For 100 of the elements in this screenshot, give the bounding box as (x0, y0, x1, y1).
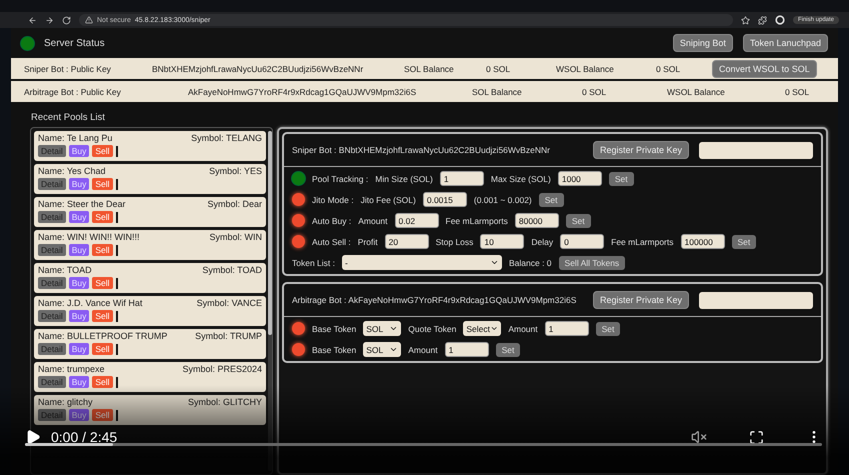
input-field[interactable]: 0 (560, 234, 604, 249)
register-button[interactable]: Register Private Key (592, 141, 689, 159)
buy-button[interactable]: Buy (68, 409, 90, 421)
private-key-field[interactable] (699, 142, 813, 158)
input-field[interactable]: 1 (544, 321, 589, 336)
input-field[interactable]: 0.02 (394, 213, 439, 228)
field-label: Fee mLarmports (446, 216, 508, 226)
detail-button[interactable]: Detail (38, 211, 66, 223)
set-button[interactable]: Set (608, 172, 634, 186)
sell-button[interactable]: Sell (92, 277, 113, 289)
pool-name: Name: Steer the Dear (38, 199, 126, 209)
field-label: Base Token (312, 324, 356, 334)
sell-button[interactable]: Sell (92, 178, 113, 190)
buy-button[interactable]: Buy (68, 211, 90, 223)
reload-icon[interactable] (62, 16, 71, 24)
input-field[interactable]: 1000 (558, 171, 602, 186)
field-label: Quote Token (408, 324, 456, 334)
set-button[interactable]: Set (566, 214, 591, 228)
buy-button[interactable]: Buy (68, 343, 90, 355)
register-button[interactable]: Register Private Key (592, 291, 689, 309)
balance-value: 0 SOL (582, 86, 608, 96)
sell-button[interactable]: Sell (92, 376, 113, 388)
chevron-icon (490, 324, 498, 333)
convert-button[interactable]: Convert WSOL to SOL (712, 60, 817, 78)
select-field[interactable]: - (342, 255, 502, 270)
server-status-label: Server Status (44, 38, 106, 48)
balance-label: SOL Balance (404, 64, 455, 74)
back-icon[interactable] (28, 16, 37, 24)
forward-icon[interactable] (45, 16, 54, 24)
buy-button[interactable]: Buy (68, 310, 90, 322)
input-field[interactable]: 10 (480, 234, 524, 249)
detail-button[interactable]: Detail (38, 145, 66, 157)
sell-button[interactable]: Sell (92, 211, 113, 223)
input-field[interactable]: 100000 (680, 234, 724, 249)
input-field[interactable]: 1 (444, 342, 489, 357)
nav-button[interactable]: Token Lanuchpad (742, 34, 828, 52)
scrollbar[interactable] (268, 131, 272, 471)
sell-button[interactable]: Sell (92, 244, 113, 256)
field-label: Delay (531, 236, 554, 246)
set-button[interactable]: Sell All Tokens (558, 256, 626, 270)
set-button[interactable]: Set (596, 322, 620, 336)
balance-value: 0 SOL (785, 86, 810, 96)
select-field[interactable]: SOL (363, 342, 402, 357)
sell-button[interactable]: Sell (92, 145, 113, 157)
balance-value: 0 SOL (656, 64, 682, 74)
set-button[interactable]: Set (496, 342, 520, 356)
detail-button[interactable]: Detail (38, 376, 66, 388)
account-label: Sniper Bot : Public Key (24, 64, 112, 74)
warning-icon (85, 16, 93, 24)
set-button[interactable]: Set (732, 234, 756, 248)
puzzle-icon[interactable] (758, 16, 767, 24)
field-label: Amount (358, 216, 388, 226)
input-field[interactable]: 1 (440, 171, 484, 186)
sell-button[interactable]: Sell (92, 409, 113, 421)
progress-track[interactable] (25, 443, 822, 446)
detail-button[interactable]: Detail (38, 178, 66, 190)
pool-symbol: Symbol: WIN (209, 232, 262, 242)
fullscreen-icon[interactable] (749, 430, 764, 444)
buy-button[interactable]: Buy (68, 178, 90, 190)
pool-name: Name: Yes Chad (38, 166, 106, 176)
public-key: AkFayeNoHmwG7YroRF4r9xRdcag1GQaUJWV9Mpm32i6S (188, 86, 472, 96)
chevron-icon (389, 324, 398, 333)
select-field[interactable]: Select (463, 321, 502, 336)
pools-title: Recent Pools List (30, 111, 106, 125)
input-field[interactable]: 80000 (514, 213, 559, 228)
input-field[interactable]: 20 (384, 234, 429, 249)
play-icon[interactable] (25, 429, 41, 445)
video-time: 0:00 / 2:45 (51, 429, 118, 445)
bot-title: Arbitrage Bot : AkFayeNoHmwG7YroRF4r9xRdcag1GQaUJWV9Mpm32i6S (292, 295, 578, 305)
private-key-field[interactable] (699, 292, 813, 308)
profile-icon[interactable] (774, 15, 785, 25)
set-button[interactable]: Set (538, 192, 564, 206)
sell-button[interactable]: Sell (92, 310, 113, 322)
detail-button[interactable]: Detail (38, 244, 66, 256)
field-label: Min Size (SOL) (375, 174, 433, 184)
field-label: Base Token (312, 344, 356, 354)
buy-button[interactable]: Buy (68, 145, 90, 157)
buy-button[interactable]: Buy (68, 376, 90, 388)
sell-button[interactable]: Sell (92, 343, 113, 355)
nav-button[interactable]: Sniping Bot (672, 34, 733, 52)
pool-symbol: Symbol: YES (209, 166, 262, 176)
field-label: Token List : (292, 258, 335, 268)
select-field[interactable]: SOL (363, 321, 402, 336)
pool-symbol: Symbol: VANCE (196, 298, 262, 308)
balance-label: WSOL Balance (667, 86, 726, 96)
pool-name: Name: glitchy (38, 397, 93, 407)
detail-button[interactable]: Detail (38, 310, 66, 322)
mute-icon[interactable] (691, 429, 707, 445)
pool-name: Name: BULLETPROOF TRUMP (38, 331, 168, 341)
pool-symbol: Symbol: GLITCHY (188, 397, 262, 407)
detail-button[interactable]: Detail (38, 343, 66, 355)
star-icon[interactable] (740, 16, 750, 24)
buy-button[interactable]: Buy (68, 277, 90, 289)
field-label: Stop Loss (436, 236, 474, 246)
pool-symbol: Symbol: PRES2024 (182, 364, 262, 374)
buy-button[interactable]: Buy (68, 244, 90, 256)
detail-button[interactable]: Detail (38, 277, 66, 289)
field-label: Jito Fee (SOL) (360, 194, 416, 204)
field-label: Amount (408, 344, 438, 354)
input-field[interactable]: 0.0015 (422, 192, 467, 207)
